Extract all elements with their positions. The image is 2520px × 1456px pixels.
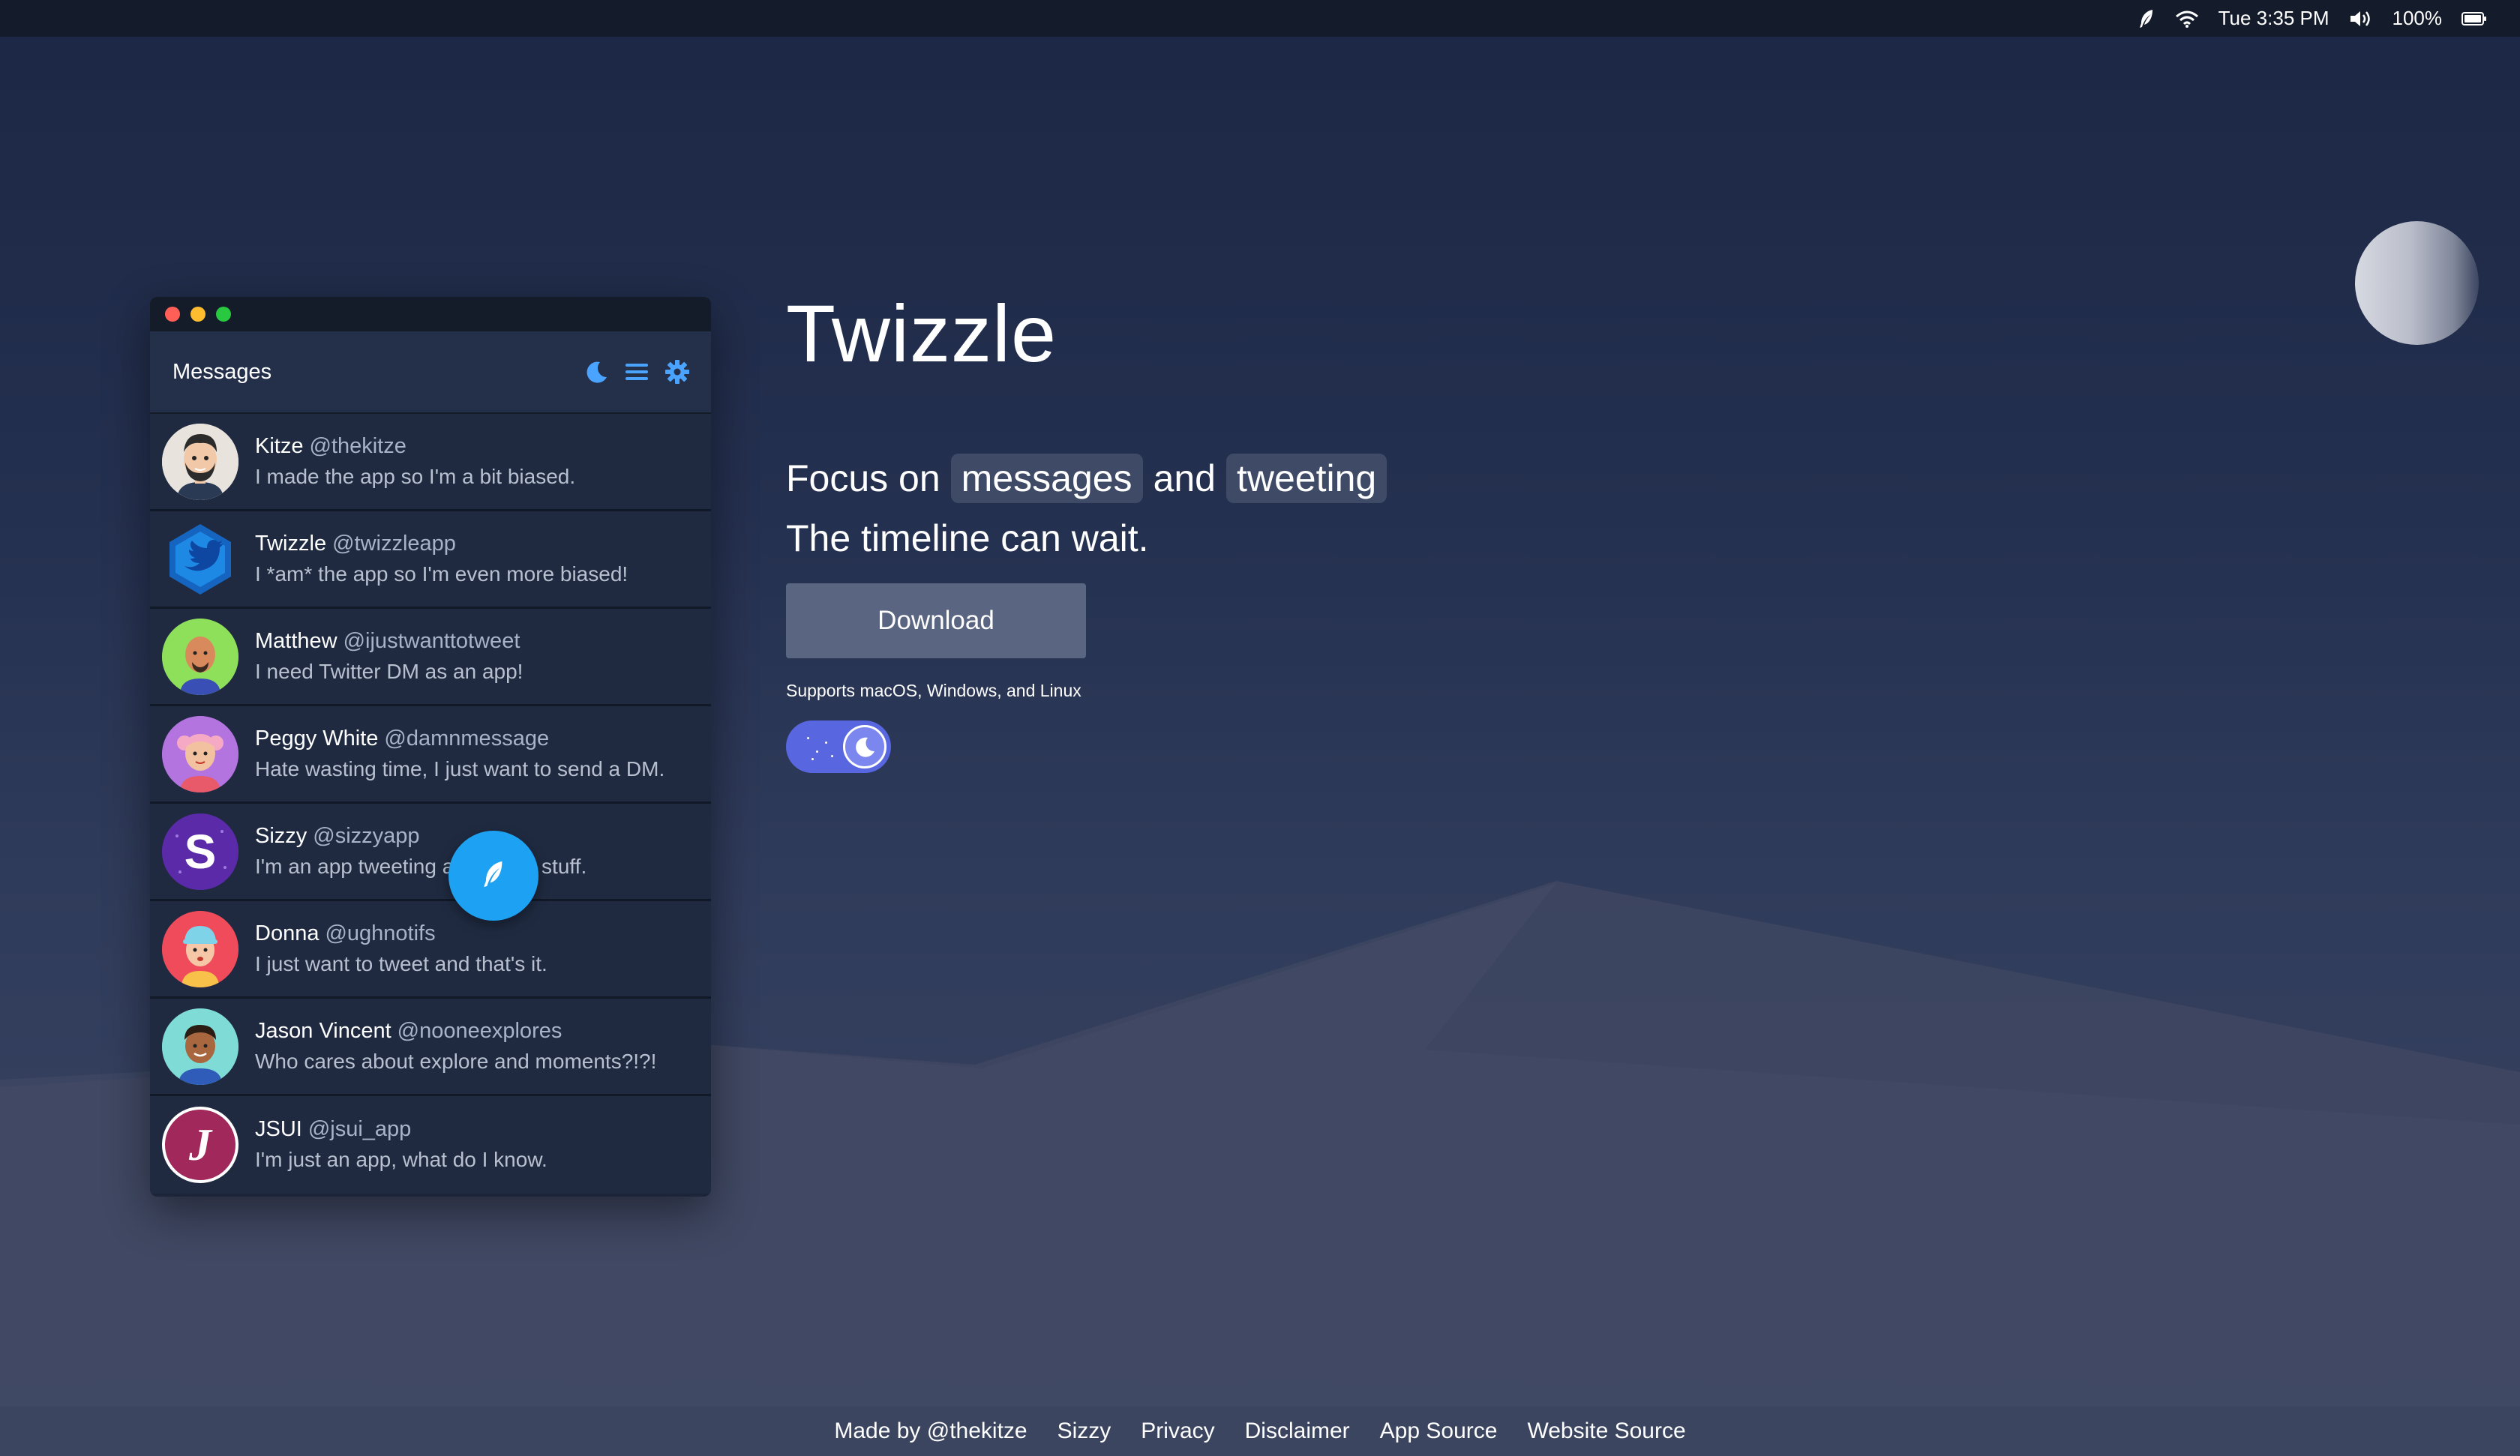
moon-icon[interactable]	[584, 359, 609, 385]
message-preview: I *am* the app so I'm even more biased!	[255, 562, 628, 586]
jsui-letter: J	[189, 1119, 212, 1170]
conversation-row[interactable]: Donna @ughnotifs I just want to tweet and…	[150, 901, 711, 999]
message-preview: I just want to tweet and that's it.	[255, 951, 548, 975]
messages-title: Messages	[172, 359, 272, 384]
avatar-twizzle	[162, 521, 238, 598]
contact-handle: @damnmessage	[384, 726, 550, 750]
conversation-row[interactable]: Matthew @ijustwanttotweet I need Twitter …	[150, 609, 711, 706]
contact-handle: @ughnotifs	[325, 921, 436, 945]
conversation-row[interactable]: Jason Vincent @nooneexplores Who cares ab…	[150, 999, 711, 1096]
conversation-row[interactable]: S Sizzy @sizzyapp I'm an app tweeting abo…	[150, 804, 711, 901]
window-titlebar	[150, 297, 711, 331]
moon-icon	[843, 725, 886, 768]
tagline-prefix: Focus on	[786, 457, 940, 499]
moon-decoration	[2355, 221, 2479, 345]
message-preview: Who cares about explore and moments?!?!	[255, 1049, 657, 1073]
conversation-row[interactable]: Twizzle @twizzleapp I *am* the app so I'm…	[150, 511, 711, 609]
tagline-and: and	[1153, 457, 1216, 499]
footer-link-privacy[interactable]: Privacy	[1141, 1419, 1214, 1444]
messages-header: Messages	[150, 331, 711, 414]
contact-name: Jason Vincent	[255, 1018, 392, 1043]
contact-handle: @jsui_app	[308, 1117, 412, 1141]
contact-name: Peggy White	[255, 726, 379, 750]
conversation-row[interactable]: Kitze @thekitze I made the app so I'm a b…	[150, 414, 711, 511]
gear-icon[interactable]	[664, 359, 690, 385]
footer-link-sizzy[interactable]: Sizzy	[1058, 1419, 1112, 1444]
avatar-kitze	[162, 423, 238, 500]
message-preview: I'm just an app, what do I know.	[255, 1148, 548, 1171]
contact-name: Donna	[255, 921, 320, 945]
maximize-window-button[interactable]	[216, 307, 231, 322]
contact-handle: @nooneexplores	[397, 1018, 562, 1043]
feather-icon	[480, 859, 507, 893]
contact-handle: @thekitze	[309, 433, 406, 458]
platform-support-note: Supports macOS, Windows, and Linux	[786, 681, 1082, 700]
message-preview: Hate wasting time, I just want to send a…	[255, 756, 665, 780]
tagline-secondary: The timeline can wait.	[786, 517, 1149, 559]
avatar-matthew	[162, 618, 238, 695]
contact-name: Matthew	[255, 628, 338, 653]
messages-list: Kitze @thekitze I made the app so I'm a b…	[150, 414, 711, 1194]
app-window-mockup: Messages Kitze @thekitze I made the app s…	[150, 297, 711, 1197]
tagline: Focus on messages and tweeting	[786, 448, 1388, 508]
dark-mode-toggle[interactable]	[786, 721, 891, 773]
sizzy-letter: S	[184, 824, 217, 879]
conversation-row[interactable]: J JSUI @jsui_app I'm just an app, what do…	[150, 1096, 711, 1194]
avatar-donna	[162, 910, 238, 987]
battery-percentage[interactable]: 100%	[2392, 7, 2443, 30]
download-button[interactable]: Download	[786, 583, 1086, 658]
clock[interactable]: Tue 3:35 PM	[2218, 7, 2330, 30]
menu-icon[interactable]	[624, 361, 650, 383]
compose-button[interactable]	[448, 831, 538, 921]
close-window-button[interactable]	[165, 307, 180, 322]
avatar-sizzy: S	[162, 813, 238, 890]
avatar-jsui: J	[162, 1107, 238, 1183]
footer-link-app-source[interactable]: App Source	[1380, 1419, 1498, 1444]
volume-icon[interactable]	[2349, 9, 2373, 28]
minimize-window-button[interactable]	[190, 307, 206, 322]
contact-name: Sizzy	[255, 823, 308, 848]
avatar-peggy-white	[162, 715, 238, 792]
battery-icon[interactable]	[2462, 11, 2487, 26]
message-preview: I need Twitter DM as an app!	[255, 659, 524, 683]
message-preview: I made the app so I'm a bit biased.	[255, 464, 576, 488]
feather-icon[interactable]	[2138, 8, 2156, 29]
wifi-icon[interactable]	[2175, 10, 2199, 28]
tagline-highlight-tweeting: tweeting	[1226, 454, 1388, 503]
page-title: Twizzle	[786, 288, 1058, 379]
contact-handle: @sizzyapp	[313, 823, 420, 848]
hero-section: Twizzle Focus on messages and tweeting T…	[786, 285, 1388, 773]
contact-name: JSUI	[255, 1117, 302, 1141]
conversation-row[interactable]: Peggy White @damnmessage Hate wasting tim…	[150, 706, 711, 804]
tagline-highlight-messages: messages	[950, 454, 1143, 503]
footer-link-made-by[interactable]: Made by @thekitze	[834, 1419, 1027, 1444]
footer-link-website-source[interactable]: Website Source	[1527, 1419, 1685, 1444]
avatar-jason-vincent	[162, 1008, 238, 1085]
footer: Made by @thekitze Sizzy Privacy Disclaim…	[0, 1407, 2520, 1456]
contact-name: Kitze	[255, 433, 304, 458]
menubar: Tue 3:35 PM 100%	[0, 0, 2520, 37]
footer-link-disclaimer[interactable]: Disclaimer	[1245, 1419, 1350, 1444]
contact-handle: @twizzleapp	[332, 531, 456, 556]
contact-handle: @ijustwanttotweet	[343, 628, 520, 653]
contact-name: Twizzle	[255, 531, 327, 556]
